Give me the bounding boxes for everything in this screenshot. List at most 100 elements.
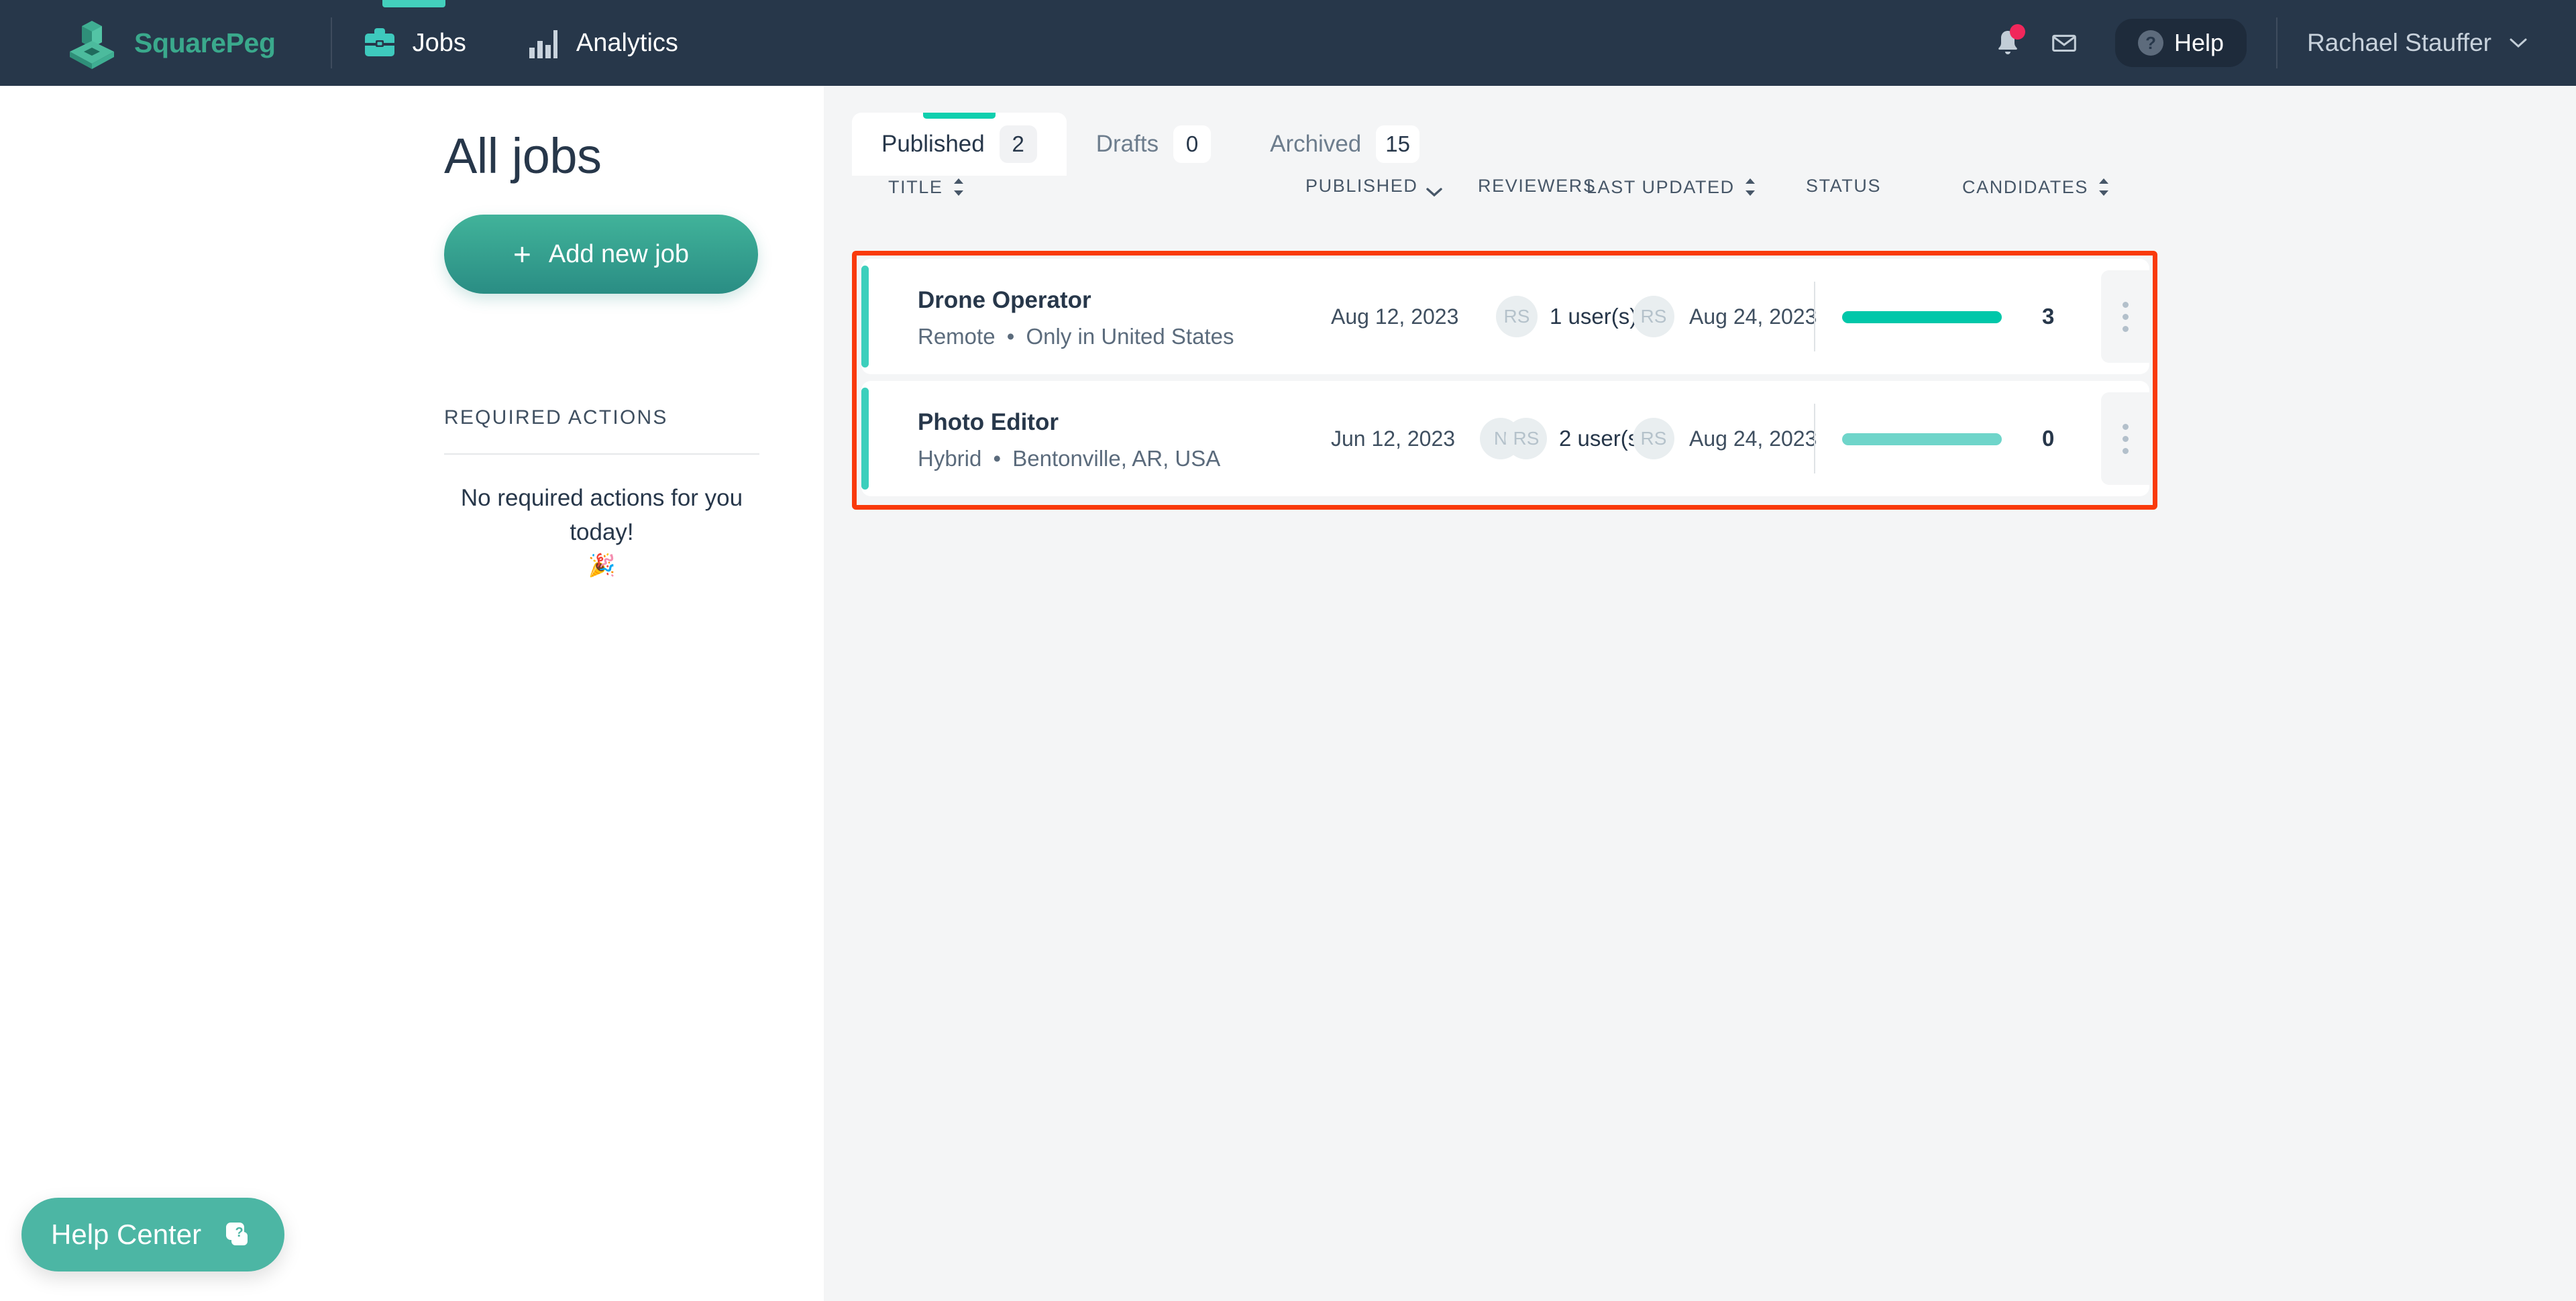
topnav-right-divider xyxy=(2276,17,2278,68)
job-last-updated-date: Aug 24, 2023 xyxy=(1689,304,1817,329)
column-header-published[interactable]: PUBLISHED xyxy=(1305,176,1443,196)
column-header-status-label: STATUS xyxy=(1806,176,1882,196)
job-published-date: Jun 12, 2023 xyxy=(1331,426,1456,451)
avatar: RS xyxy=(1633,296,1674,337)
row-accent-bar xyxy=(861,388,869,490)
primary-nav: Jobs Analytics xyxy=(332,0,708,86)
column-header-reviewers-label: REVIEWERS xyxy=(1478,176,1597,196)
column-header-published-label: PUBLISHED xyxy=(1305,176,1418,196)
job-location: Only in United States xyxy=(1026,324,1234,349)
party-popper-icon: 🎉 xyxy=(588,552,616,577)
help-center-widget-button[interactable]: Help Center ? xyxy=(21,1198,285,1271)
tab-drafts-count: 0 xyxy=(1173,125,1212,163)
job-last-updated-cell: RS Aug 24, 2023 xyxy=(1633,259,1817,374)
sort-updown-icon xyxy=(951,176,966,199)
sort-updown-icon xyxy=(2096,176,2111,199)
column-header-title[interactable]: TITLE xyxy=(888,176,966,199)
job-work-mode: Hybrid xyxy=(918,446,982,471)
tab-published[interactable]: Published 2 xyxy=(852,113,1067,176)
help-center-label: Help Center xyxy=(51,1219,202,1250)
jobs-main-content: Published 2 Drafts 0 Archived 15 TITLE P… xyxy=(824,86,2576,1301)
row-actions-menu-button[interactable] xyxy=(2101,270,2149,363)
left-sidebar-panel: All jobs + Add new job REQUIRED ACTIONS … xyxy=(0,86,824,1301)
separator-dot: • xyxy=(993,446,1002,471)
column-header-status: STATUS xyxy=(1806,176,1881,196)
tab-archived[interactable]: Archived 15 xyxy=(1240,113,1449,176)
kebab-menu-icon xyxy=(2122,313,2129,320)
job-work-mode: Remote xyxy=(918,324,996,349)
job-last-updated-cell: RS Aug 24, 2023 xyxy=(1633,381,1817,496)
add-new-job-button[interactable]: + Add new job xyxy=(444,215,758,294)
separator-dot: • xyxy=(1006,324,1015,349)
user-menu-name: Rachael Stauffer xyxy=(2307,29,2491,56)
row-actions-menu-button[interactable] xyxy=(2101,392,2149,485)
job-title: Drone Operator xyxy=(918,287,1091,313)
job-published-date-cell: Jun 12, 2023 xyxy=(1331,381,1455,496)
job-candidates-cell: 0 xyxy=(2042,381,2054,496)
job-location-line: Hybrid • Bentonville, AR, USA xyxy=(918,446,1220,471)
job-reviewers-cell: RS 1 user(s) xyxy=(1496,259,1637,374)
column-header-candidates-label: CANDIDATES xyxy=(1962,176,2089,197)
avatar: RS xyxy=(1505,418,1547,459)
tab-published-count: 2 xyxy=(999,125,1037,163)
reviewer-avatar-stack: RS xyxy=(1496,296,1538,337)
table-row[interactable]: Photo Editor Hybrid • Bentonville, AR, U… xyxy=(861,381,2149,496)
svg-text:?: ? xyxy=(235,1225,244,1240)
tab-archived-label: Archived xyxy=(1270,131,1362,157)
tab-published-label: Published xyxy=(881,131,985,157)
topnav-right-group: ? Help Rachael Stauffer xyxy=(1980,0,2528,86)
table-row[interactable]: Drone Operator Remote • Only in United S… xyxy=(861,259,2149,374)
job-reviewers-cell: N RS 2 user(s) xyxy=(1480,381,1646,496)
status-badge xyxy=(1842,311,2002,323)
help-chat-icon: ? xyxy=(220,1217,255,1252)
messages-button[interactable] xyxy=(2036,15,2092,71)
column-header-reviewers: REVIEWERS xyxy=(1478,176,1596,196)
question-circle-icon: ? xyxy=(2138,30,2164,56)
squarepeg-logo-icon xyxy=(62,13,122,73)
briefcase-icon xyxy=(362,25,398,61)
notifications-button[interactable] xyxy=(1980,15,2036,71)
jobs-table-header: TITLE PUBLISHED REVIEWERS LAST UPDATED S… xyxy=(824,176,2576,227)
job-candidates-cell: 3 xyxy=(2042,259,2054,374)
required-actions-empty-state: No required actions for you today! 🎉 xyxy=(444,482,759,579)
chevron-down-icon xyxy=(2509,37,2528,49)
column-header-last-updated-label: LAST UPDATED xyxy=(1587,176,1735,197)
nav-item-jobs-label: Jobs xyxy=(412,28,466,57)
bar-chart-icon xyxy=(525,25,561,61)
column-header-last-updated[interactable]: LAST UPDATED xyxy=(1587,176,1758,199)
job-published-date-cell: Aug 12, 2023 xyxy=(1331,259,1458,374)
kebab-menu-icon xyxy=(2122,301,2129,308)
required-actions-heading: REQUIRED ACTIONS xyxy=(444,406,668,429)
job-reviewers-count: 1 user(s) xyxy=(1550,304,1638,329)
status-badge xyxy=(1842,433,2002,445)
tab-drafts[interactable]: Drafts 0 xyxy=(1067,113,1240,176)
nav-item-jobs[interactable]: Jobs xyxy=(332,0,496,86)
tab-drafts-label: Drafts xyxy=(1095,131,1159,157)
nav-item-analytics[interactable]: Analytics xyxy=(496,0,708,86)
avatar: RS xyxy=(1633,418,1674,459)
brand-logo-group[interactable]: SquarePeg xyxy=(62,13,276,73)
column-header-title-label: TITLE xyxy=(888,176,943,197)
user-menu[interactable]: Rachael Stauffer xyxy=(2307,29,2528,57)
required-actions-divider xyxy=(444,453,759,455)
kebab-menu-icon xyxy=(2122,447,2129,454)
job-location: Bentonville, AR, USA xyxy=(1012,446,1221,471)
add-new-job-label: Add new job xyxy=(548,239,690,268)
avatar: RS xyxy=(1496,296,1538,337)
job-title: Photo Editor xyxy=(918,409,1059,435)
envelope-icon xyxy=(2052,34,2076,52)
job-last-updated-date: Aug 24, 2023 xyxy=(1689,426,1817,451)
plus-icon: + xyxy=(513,237,531,272)
tab-archived-count: 15 xyxy=(1376,125,1419,163)
help-button-label: Help xyxy=(2174,29,2224,56)
required-actions-empty-message: No required actions for you today! xyxy=(460,485,743,545)
help-button[interactable]: ? Help xyxy=(2115,19,2247,67)
job-candidates-count: 3 xyxy=(2042,304,2055,329)
reviewer-avatar-stack: N RS xyxy=(1480,418,1547,459)
top-navigation-bar: SquarePeg Jobs Analytics ? Help Rachael … xyxy=(0,0,2576,86)
job-candidates-count: 0 xyxy=(2042,426,2055,451)
status-column-separator xyxy=(1814,404,1815,473)
nav-item-analytics-label: Analytics xyxy=(576,28,678,57)
column-header-candidates[interactable]: CANDIDATES xyxy=(1962,176,2111,199)
kebab-menu-icon xyxy=(2122,423,2129,430)
